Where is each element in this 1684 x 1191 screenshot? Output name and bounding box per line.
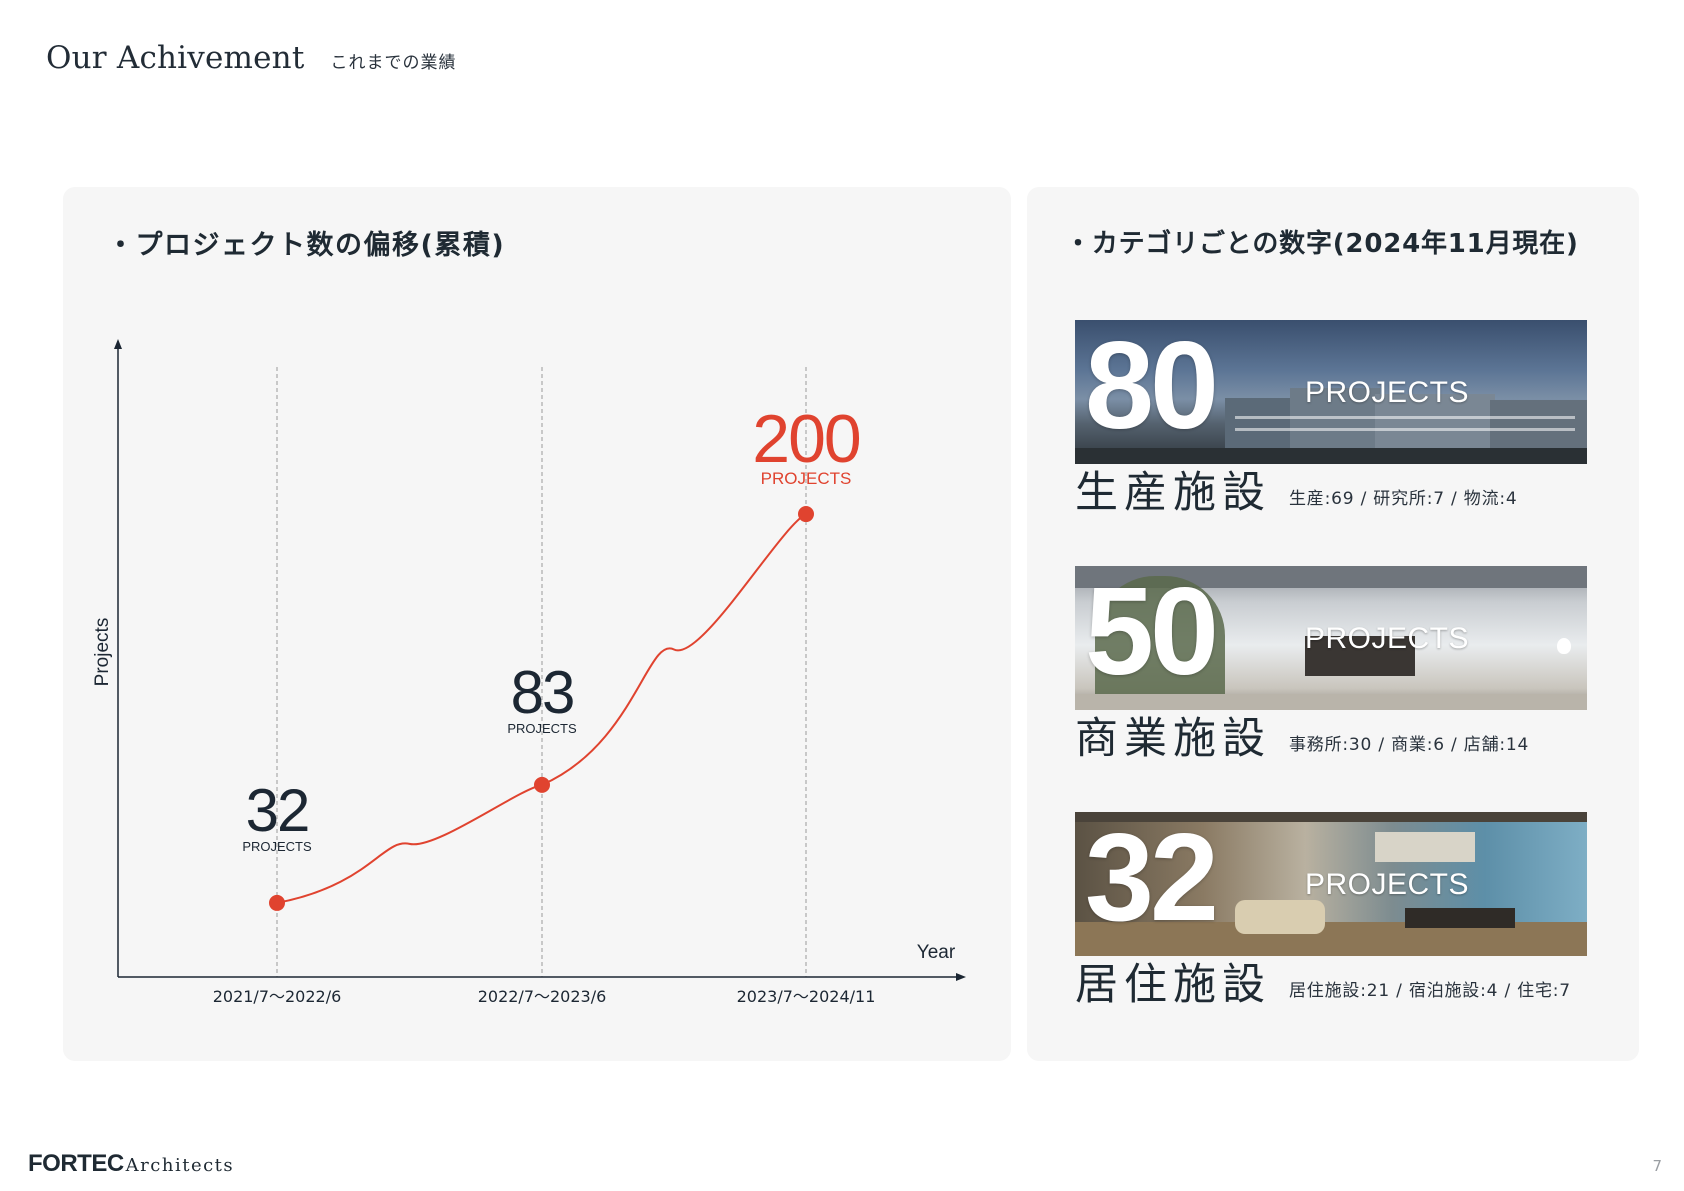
category-detail: 居住施設:21 / 宿泊施設:4 / 住宅:7 bbox=[1289, 981, 1571, 1002]
category-name: 居住施設 bbox=[1075, 960, 1271, 1010]
data-point bbox=[798, 506, 814, 523]
data-point bbox=[534, 776, 550, 793]
category-count: 80 bbox=[1085, 320, 1219, 455]
category-count: 50 bbox=[1085, 566, 1219, 701]
page-header: Our Achivement これまでの業績 bbox=[46, 40, 457, 76]
project-count-chart: Year Projects 2021/7～2022/6 2022/7～2023/6 20… bbox=[92, 339, 966, 1006]
factory-photo: 80 PROJECTS bbox=[1075, 320, 1587, 464]
apple-logo-icon bbox=[1557, 638, 1571, 654]
data-label-unit: PROJECTS bbox=[507, 721, 577, 736]
logo-sub: Architects bbox=[125, 1155, 235, 1176]
category-count: 32 bbox=[1085, 812, 1219, 947]
x-axis-arrow bbox=[956, 973, 966, 981]
data-label: 32 bbox=[246, 777, 309, 844]
data-label-unit: PROJECTS bbox=[761, 469, 852, 488]
category-card-residential: 32 PROJECTS 居住施設 居住施設:21 / 宿泊施設:4 / 住宅:7 bbox=[1075, 812, 1587, 1009]
chart-panel: ・プロジェクト数の偏移(累積) Year Projects 2021/7～2022/… bbox=[63, 187, 1011, 1061]
category-unit: PROJECTS bbox=[1305, 868, 1470, 901]
y-axis-arrow bbox=[114, 339, 122, 349]
living-room-photo: 32 PROJECTS bbox=[1075, 812, 1587, 956]
category-unit: PROJECTS bbox=[1305, 376, 1470, 409]
category-heading: ・カテゴリごとの数字(2024年11月現在) bbox=[1065, 229, 1579, 259]
page-title: Our Achivement bbox=[46, 40, 305, 76]
category-panel: ・カテゴリごとの数字(2024年11月現在) 80 PROJECTS 生産施設 … bbox=[1027, 187, 1639, 1061]
category-card-commercial: 50 PROJECTS 商業施設 事務所:30 / 商業:6 / 店舗:14 bbox=[1075, 566, 1587, 763]
x-tick-label: 2023/7～2024/11 bbox=[737, 987, 876, 1006]
category-card-production: 80 PROJECTS 生産施設 生産:69 / 研究所:7 / 物流:4 bbox=[1075, 320, 1587, 517]
logo-main: FORTEC bbox=[28, 1150, 124, 1177]
category-unit: PROJECTS bbox=[1305, 622, 1470, 655]
category-name: 生産施設 bbox=[1075, 468, 1271, 518]
data-label-unit: PROJECTS bbox=[242, 839, 312, 854]
data-label: 83 bbox=[511, 659, 574, 726]
category-detail: 事務所:30 / 商業:6 / 店舗:14 bbox=[1289, 735, 1530, 756]
category-name: 商業施設 bbox=[1075, 714, 1271, 764]
x-tick-label: 2022/7～2023/6 bbox=[478, 987, 607, 1006]
company-logo: FORTEC Architects bbox=[28, 1150, 234, 1178]
page-subtitle: これまでの業績 bbox=[330, 53, 457, 73]
x-tick-label: 2021/7～2022/6 bbox=[213, 987, 342, 1006]
page-number: 7 bbox=[1652, 1157, 1662, 1175]
data-point bbox=[269, 894, 285, 911]
x-axis-label: Year bbox=[917, 942, 956, 963]
category-detail: 生産:69 / 研究所:7 / 物流:4 bbox=[1289, 489, 1518, 510]
y-axis-label: Projects bbox=[92, 618, 113, 687]
data-label: 200 bbox=[752, 401, 860, 477]
retail-store-photo: 50 PROJECTS bbox=[1075, 566, 1587, 710]
